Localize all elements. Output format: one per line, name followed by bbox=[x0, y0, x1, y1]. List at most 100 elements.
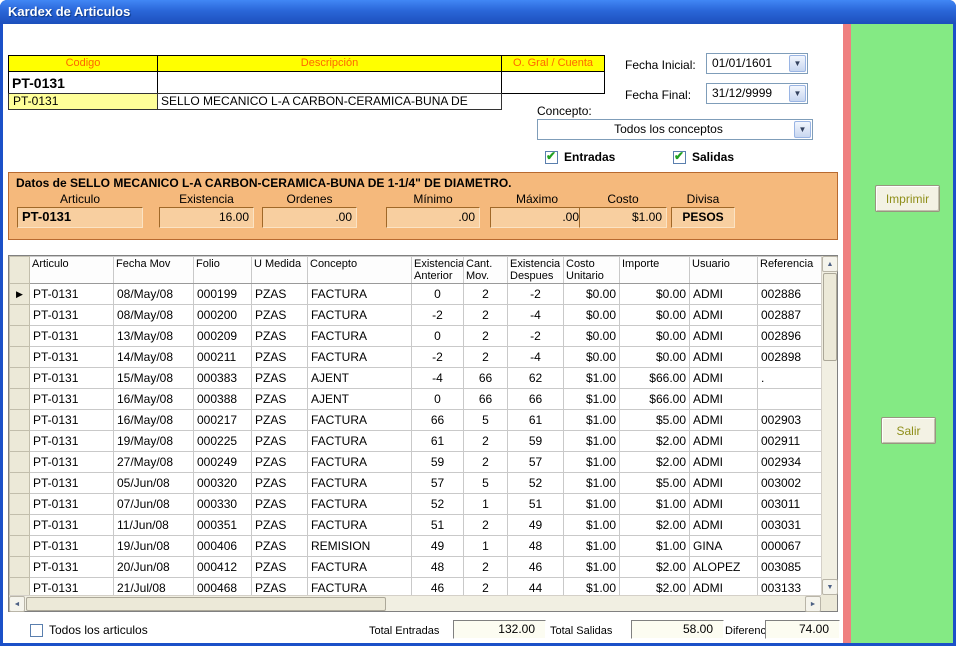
grid-cell[interactable]: 003085 bbox=[758, 557, 822, 578]
grid-cell[interactable]: 15/May/08 bbox=[114, 368, 194, 389]
grid-cell[interactable]: $1.00 bbox=[564, 389, 620, 410]
grid-cell[interactable]: $1.00 bbox=[564, 452, 620, 473]
row-selector[interactable]: ▶ bbox=[10, 284, 30, 305]
grid-cell[interactable]: PT-0131 bbox=[30, 515, 114, 536]
grid-cell[interactable] bbox=[758, 389, 822, 410]
table-row[interactable]: PT-013119/May/08000225PZASFACTURA61259$1… bbox=[10, 431, 822, 452]
grid-cell[interactable]: $1.00 bbox=[620, 494, 690, 515]
grid-cell[interactable]: -4 bbox=[508, 305, 564, 326]
grid-cell[interactable]: PZAS bbox=[252, 452, 308, 473]
grid-cell[interactable]: 000383 bbox=[194, 368, 252, 389]
grid-cell[interactable]: 003133 bbox=[758, 578, 822, 596]
grid-cell[interactable]: FACTURA bbox=[308, 494, 412, 515]
grid-cell[interactable]: ADMI bbox=[690, 578, 758, 596]
grid-cell[interactable]: 000225 bbox=[194, 431, 252, 452]
grid-cell[interactable]: 14/May/08 bbox=[114, 347, 194, 368]
grid-cell[interactable]: $2.00 bbox=[620, 431, 690, 452]
column-header[interactable]: Existencia Despues bbox=[508, 257, 564, 284]
grid-cell[interactable]: 002911 bbox=[758, 431, 822, 452]
horizontal-scrollbar[interactable]: ◄ ► bbox=[9, 595, 821, 611]
grid-cell[interactable]: PZAS bbox=[252, 326, 308, 347]
row-selector[interactable] bbox=[10, 368, 30, 389]
grid-cell[interactable]: $5.00 bbox=[620, 473, 690, 494]
grid-cell[interactable]: PT-0131 bbox=[30, 368, 114, 389]
grid-cell[interactable]: 003002 bbox=[758, 473, 822, 494]
grid-cell[interactable]: 49 bbox=[508, 515, 564, 536]
grid-cell[interactable]: PT-0131 bbox=[30, 389, 114, 410]
row-selector[interactable] bbox=[10, 326, 30, 347]
grid-cell[interactable]: 19/Jun/08 bbox=[114, 536, 194, 557]
grid-cell[interactable]: ADMI bbox=[690, 515, 758, 536]
grid-cell[interactable]: PT-0131 bbox=[30, 326, 114, 347]
grid-cell[interactable]: 62 bbox=[508, 368, 564, 389]
grid-cell[interactable]: 002896 bbox=[758, 326, 822, 347]
column-header[interactable]: Referencia bbox=[758, 257, 822, 284]
entradas-checkbox[interactable]: ✔ Entradas bbox=[545, 150, 615, 164]
grid-cell[interactable]: 11/Jun/08 bbox=[114, 515, 194, 536]
grid-cell[interactable]: 20/Jun/08 bbox=[114, 557, 194, 578]
grid-cell[interactable]: $66.00 bbox=[620, 389, 690, 410]
grid-cell[interactable]: 16/May/08 bbox=[114, 410, 194, 431]
grid-cell[interactable]: 1 bbox=[464, 494, 508, 515]
column-header[interactable]: Costo Unitario bbox=[564, 257, 620, 284]
grid-cell[interactable]: PZAS bbox=[252, 410, 308, 431]
grid-cell[interactable]: 002898 bbox=[758, 347, 822, 368]
grid-cell[interactable]: PZAS bbox=[252, 578, 308, 596]
grid-cell[interactable]: 49 bbox=[412, 536, 464, 557]
grid-cell[interactable]: FACTURA bbox=[308, 347, 412, 368]
row-selector[interactable] bbox=[10, 305, 30, 326]
grid-cell[interactable]: 46 bbox=[412, 578, 464, 596]
grid-cell[interactable]: AJENT bbox=[308, 368, 412, 389]
grid-cell[interactable]: . bbox=[758, 368, 822, 389]
grid-cell[interactable]: 48 bbox=[412, 557, 464, 578]
grid-cell[interactable]: PZAS bbox=[252, 389, 308, 410]
grid-cell[interactable]: 003011 bbox=[758, 494, 822, 515]
scroll-left-icon[interactable]: ◄ bbox=[9, 596, 25, 612]
grid-cell[interactable]: -4 bbox=[508, 347, 564, 368]
grid-cell[interactable]: 000351 bbox=[194, 515, 252, 536]
grid-cell[interactable]: 003031 bbox=[758, 515, 822, 536]
table-row[interactable]: PT-013105/Jun/08000320PZASFACTURA57552$1… bbox=[10, 473, 822, 494]
grid-cell[interactable]: PZAS bbox=[252, 368, 308, 389]
codigo-input[interactable] bbox=[8, 71, 158, 94]
salidas-checkbox[interactable]: ✔ Salidas bbox=[673, 150, 734, 164]
grid-cell[interactable]: PT-0131 bbox=[30, 347, 114, 368]
grid-cell[interactable]: AJENT bbox=[308, 389, 412, 410]
grid-cell[interactable]: -4 bbox=[412, 368, 464, 389]
column-header[interactable]: Concepto bbox=[308, 257, 412, 284]
grid-cell[interactable]: 002886 bbox=[758, 284, 822, 305]
grid-cell[interactable]: $0.00 bbox=[620, 284, 690, 305]
scroll-down-icon[interactable]: ▼ bbox=[822, 579, 838, 595]
grid-cell[interactable]: -2 bbox=[412, 305, 464, 326]
grid-cell[interactable]: 2 bbox=[464, 578, 508, 596]
grid-cell[interactable]: ADMI bbox=[690, 347, 758, 368]
grid-cell[interactable]: 000320 bbox=[194, 473, 252, 494]
table-row[interactable]: PT-013116/May/08000388PZASAJENT06666$1.0… bbox=[10, 389, 822, 410]
grid-cell[interactable]: 000217 bbox=[194, 410, 252, 431]
grid-cell[interactable]: 52 bbox=[412, 494, 464, 515]
grid-cell[interactable]: PT-0131 bbox=[30, 578, 114, 596]
result-codigo-cell[interactable]: PT-0131 bbox=[8, 93, 158, 110]
grid-cell[interactable]: 57 bbox=[412, 473, 464, 494]
grid-cell[interactable]: ADMI bbox=[690, 284, 758, 305]
grid-cell[interactable]: 07/Jun/08 bbox=[114, 494, 194, 515]
chevron-down-icon[interactable]: ▼ bbox=[789, 85, 806, 102]
grid-cell[interactable]: 08/May/08 bbox=[114, 284, 194, 305]
grid-cell[interactable]: PT-0131 bbox=[30, 494, 114, 515]
grid-cell[interactable]: $2.00 bbox=[620, 578, 690, 596]
grid-cell[interactable]: $1.00 bbox=[564, 578, 620, 596]
table-row[interactable]: PT-013114/May/08000211PZASFACTURA-22-4$0… bbox=[10, 347, 822, 368]
chevron-down-icon[interactable]: ▼ bbox=[794, 121, 811, 138]
grid-cell[interactable]: 5 bbox=[464, 473, 508, 494]
grid-cell[interactable]: 0 bbox=[412, 326, 464, 347]
imprimir-button[interactable]: Imprimir bbox=[875, 185, 940, 212]
grid-cell[interactable]: 002887 bbox=[758, 305, 822, 326]
row-selector[interactable] bbox=[10, 557, 30, 578]
horizontal-scroll-thumb[interactable] bbox=[26, 597, 386, 611]
grid-cell[interactable]: 0 bbox=[412, 389, 464, 410]
grid-cell[interactable]: 19/May/08 bbox=[114, 431, 194, 452]
checkbox-box[interactable]: ✔ bbox=[545, 151, 558, 164]
grid-cell[interactable]: ADMI bbox=[690, 326, 758, 347]
grid-cell[interactable]: 66 bbox=[412, 410, 464, 431]
row-selector[interactable] bbox=[10, 473, 30, 494]
